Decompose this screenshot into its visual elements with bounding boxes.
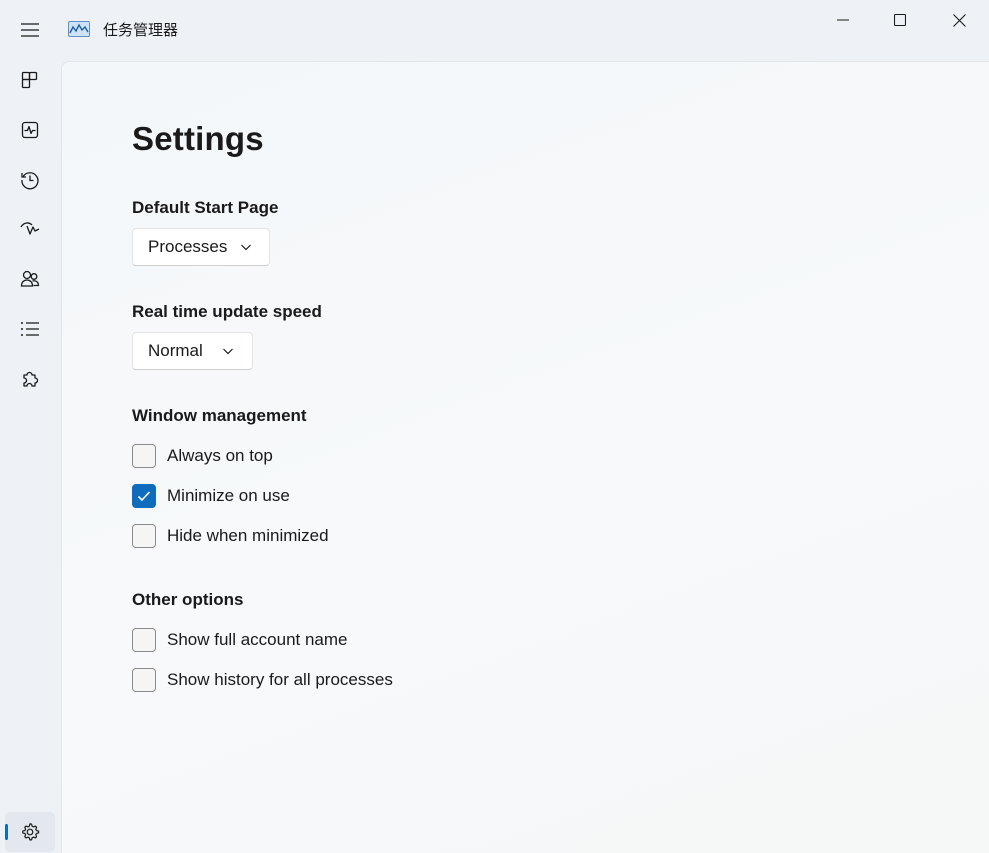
nav-item-processes[interactable] — [5, 60, 55, 100]
hide-when-minimized-option[interactable]: Hide when minimized — [132, 523, 329, 549]
history-icon — [21, 172, 39, 190]
maximize-button[interactable] — [871, 0, 929, 40]
app-title: 任务管理器 — [103, 21, 179, 39]
minimize-icon — [837, 19, 849, 21]
show-history-all-processes-checkbox[interactable] — [132, 668, 156, 692]
close-icon — [952, 13, 966, 27]
show-full-account-name-checkbox[interactable] — [132, 628, 156, 652]
minimize-on-use-checkbox[interactable] — [132, 484, 156, 508]
hide-when-minimized-checkbox[interactable] — [132, 524, 156, 548]
close-button[interactable] — [930, 0, 988, 40]
maximize-icon — [894, 14, 906, 26]
always-on-top-label: Always on top — [167, 446, 273, 465]
minimize-on-use-label: Minimize on use — [167, 486, 290, 505]
hide-when-minimized-label: Hide when minimized — [167, 526, 329, 545]
window-management-label: Window management — [132, 406, 307, 425]
default-start-page-dropdown[interactable]: Processes — [132, 228, 270, 266]
hamburger-menu-button[interactable] — [10, 12, 50, 48]
page-title: Settings — [132, 120, 264, 157]
nav-item-details[interactable] — [5, 309, 55, 349]
nav-item-app-history[interactable] — [5, 160, 55, 200]
nav-item-settings[interactable] — [5, 812, 55, 852]
settings-page: Settings Default Start Page Processes Re… — [61, 61, 989, 853]
nav-item-performance[interactable] — [5, 110, 55, 150]
task-manager-app-icon — [68, 21, 90, 37]
always-on-top-option[interactable]: Always on top — [132, 443, 273, 469]
update-speed-label: Real time update speed — [132, 302, 322, 321]
chevron-down-icon — [223, 348, 233, 355]
services-puzzle-icon — [23, 371, 39, 387]
startup-icon — [20, 222, 40, 235]
users-icon — [20, 270, 40, 287]
nav-item-startup-apps[interactable] — [5, 209, 55, 249]
hamburger-menu-icon — [21, 23, 39, 37]
show-full-account-name-label: Show full account name — [167, 630, 348, 649]
processes-icon — [21, 71, 38, 89]
nav-item-users[interactable] — [5, 259, 55, 299]
nav-item-services[interactable] — [5, 360, 55, 400]
show-history-all-processes-option[interactable]: Show history for all processes — [132, 667, 393, 693]
other-options-label: Other options — [132, 590, 244, 609]
default-start-page-label: Default Start Page — [132, 198, 279, 217]
details-list-icon — [21, 322, 39, 336]
gear-icon — [22, 823, 40, 841]
always-on-top-checkbox[interactable] — [132, 444, 156, 468]
show-history-all-processes-label: Show history for all processes — [167, 670, 393, 689]
selected-indicator — [5, 824, 8, 840]
chevron-down-icon — [241, 244, 251, 251]
update-speed-value: Normal — [148, 341, 203, 360]
checkmark-icon — [137, 491, 151, 501]
minimize-on-use-option[interactable]: Minimize on use — [132, 483, 290, 509]
minimize-button[interactable] — [814, 0, 872, 40]
show-full-account-name-option[interactable]: Show full account name — [132, 627, 348, 653]
title-bar: 任务管理器 — [0, 0, 989, 60]
default-start-page-value: Processes — [148, 237, 228, 256]
performance-icon — [21, 121, 39, 139]
update-speed-dropdown[interactable]: Normal — [132, 332, 253, 370]
task-manager-window: 任务管理器 Settings Default Start Page Proces… — [0, 0, 989, 853]
